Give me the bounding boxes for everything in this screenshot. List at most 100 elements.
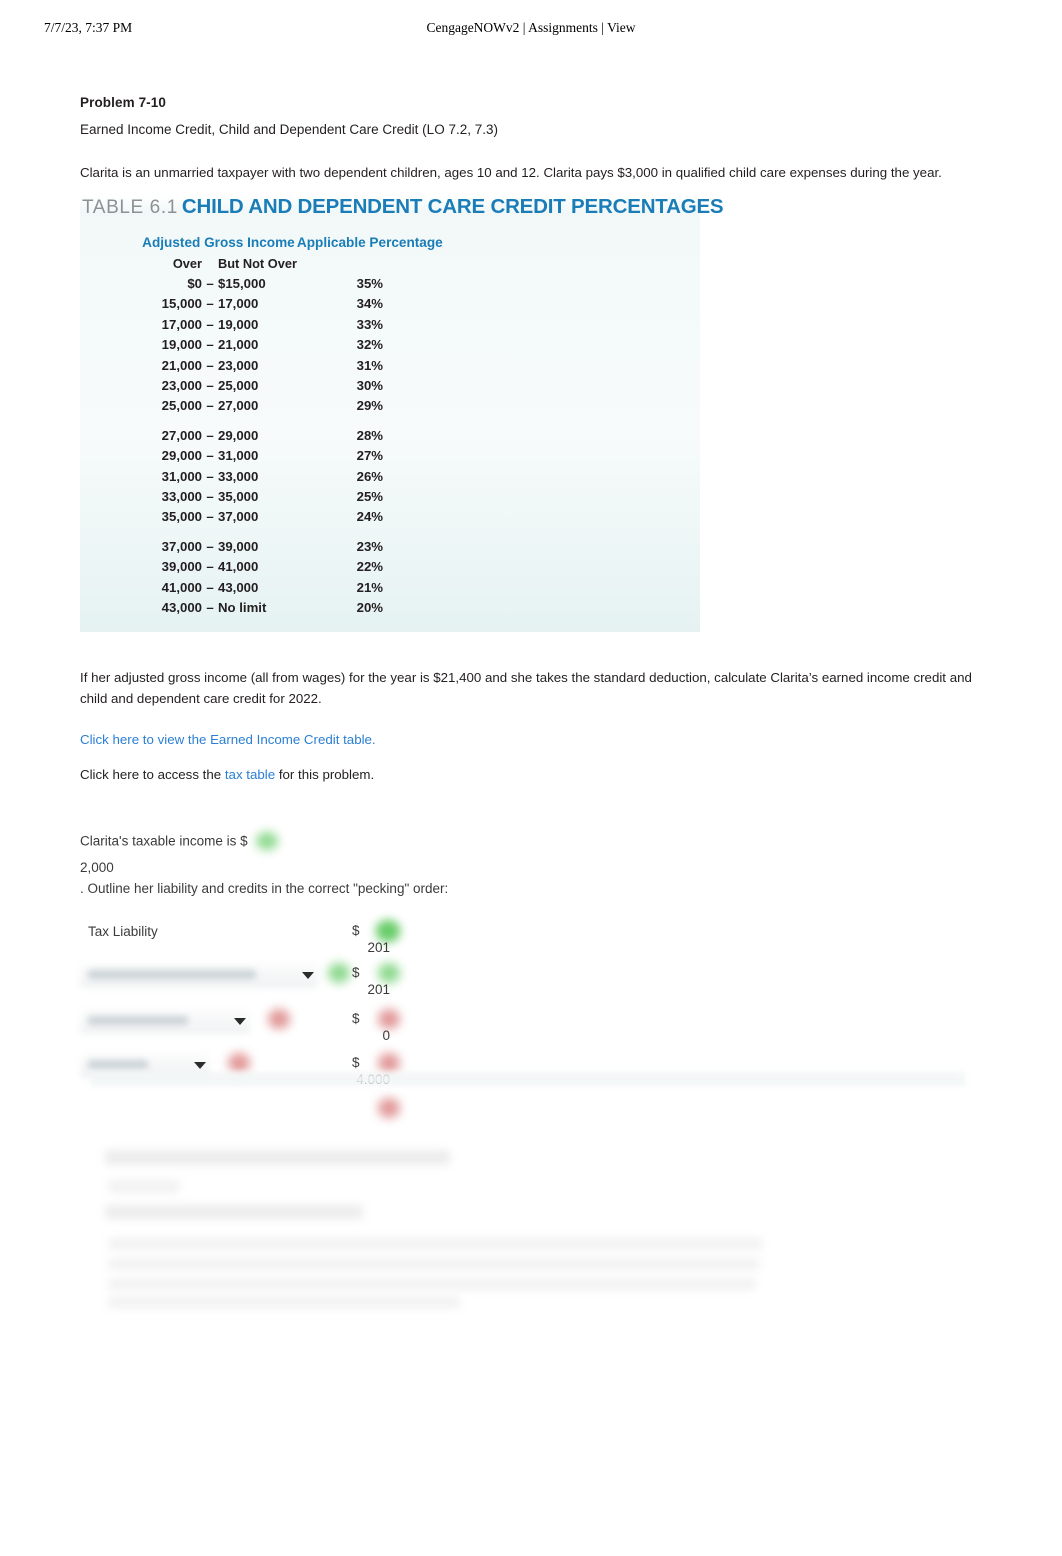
table-row: $0– $15,000 35%	[140, 274, 443, 294]
cell-percentage: 22%	[356, 559, 384, 575]
earned-income-credit-table-link[interactable]: Click here to view the Earned Income Cre…	[80, 732, 376, 747]
cell-dash: –	[206, 398, 214, 414]
table-subheader-row: Over But Not Over	[140, 254, 443, 274]
cell-percentage: 35%	[356, 275, 384, 291]
chevron-down-icon[interactable]	[234, 1017, 246, 1025]
cell-over: 35,000	[161, 509, 202, 525]
print-header: 7/7/23, 7:37 PM CengageNOWv2 | Assignmen…	[0, 20, 1062, 42]
amount-value-2[interactable]: 201	[330, 982, 390, 997]
problem-intro: Clarita is an unmarried taxpayer with tw…	[80, 165, 942, 180]
cell-over: 33,000	[161, 489, 202, 505]
cell-over: 25,000	[161, 398, 202, 414]
eic-table-link-row: Click here to view the Earned Income Cre…	[80, 732, 990, 747]
cell-percentage: 23%	[356, 538, 384, 554]
table-row: 43,000– No limit 20%	[140, 598, 443, 618]
table-row: 33,000–35,000 25%	[140, 487, 443, 507]
cell-percentage: 27%	[356, 448, 384, 464]
amount-value-1[interactable]: 201	[330, 940, 390, 955]
cell-over: 15,000	[161, 296, 202, 312]
subheader-but-not-over: But Not Over	[218, 255, 297, 271]
cell-dash: –	[206, 378, 214, 393]
dropdown-selected-label-2	[88, 969, 256, 979]
amount-status-indicator-1	[378, 920, 400, 941]
cell-percentage: 21%	[356, 579, 384, 595]
cell-dash: –	[206, 538, 214, 554]
taxable-income-prompt-row: Clarita's taxable income is $	[80, 831, 990, 852]
footer-text-line-2	[108, 1180, 180, 1193]
cell-but-not-over: No limit	[218, 600, 267, 616]
cell-percentage: 30%	[356, 378, 384, 393]
cell-percentage: 32%	[356, 337, 384, 353]
table-header-row: Adjusted Gross Income Applicable Percent…	[140, 233, 443, 253]
cell-percentage: 28%	[356, 427, 384, 443]
cell-percentage: 26%	[356, 468, 384, 484]
cell-dash: –	[206, 427, 214, 443]
pecking-order-rows: Tax Liability$201$201$0$4.000	[80, 920, 990, 1130]
table-row: 31,000–33,000 26%	[140, 467, 443, 487]
amount-status-indicator-3	[378, 1008, 400, 1029]
table-row: 21,000–23,000 31%	[140, 356, 443, 376]
amount-value-3[interactable]: 0	[330, 1028, 390, 1043]
dropdown-selected-label-4	[88, 1059, 148, 1069]
cell-but-not-over: 37,000	[218, 509, 259, 525]
tax-table-link[interactable]: tax table	[225, 767, 275, 782]
tax-liability-label: Tax Liability	[88, 923, 158, 939]
cell-over: 17,000	[161, 316, 202, 332]
table-row: 25,000–27,000 29%	[140, 396, 443, 416]
cell-percentage: 29%	[356, 398, 384, 414]
chevron-down-icon[interactable]	[194, 1061, 206, 1069]
cell-dash: –	[206, 275, 214, 291]
subheader-over: Over	[172, 255, 202, 271]
cell-but-not-over: 17,000	[218, 296, 259, 312]
footer-paragraph-line-4	[108, 1296, 460, 1308]
table-row: 17,000–19,000 33%	[140, 315, 443, 335]
footer-text-line-3	[105, 1205, 363, 1219]
cell-but-not-over: 21,000	[218, 337, 259, 353]
print-title: CengageNOWv2 | Assignments | View	[426, 20, 636, 35]
table-row: 41,000–43,000 21%	[140, 578, 443, 598]
cell-dash: –	[206, 600, 214, 616]
cell-dash: –	[206, 579, 214, 595]
cell-dash: –	[206, 509, 214, 525]
cell-over: 41,000	[161, 579, 202, 595]
header-adjusted-gross-income: Adjusted Gross Income	[142, 235, 295, 251]
problem-number: Problem 7-10	[80, 95, 166, 110]
cell-percentage: 20%	[356, 600, 384, 616]
table-row: 15,000–17,000 34%	[140, 294, 443, 314]
footer-divider	[90, 1072, 965, 1086]
cell-percentage: 25%	[356, 489, 384, 505]
dropdown-selected-label-3	[88, 1015, 188, 1025]
currency-symbol-4: $	[352, 1054, 360, 1070]
credit-percentage-table: Adjusted Gross Income Applicable Percent…	[140, 233, 443, 618]
cell-but-not-over: 35,000	[218, 489, 259, 505]
taxable-income-prompt: Clarita's taxable income is $	[80, 833, 248, 849]
cell-over: 39,000	[161, 559, 202, 575]
cell-but-not-over: 43,000	[218, 579, 259, 595]
chevron-down-icon[interactable]	[302, 971, 314, 979]
amount-status-indicator-2	[378, 962, 400, 983]
tax-table-link-suffix: for this problem.	[278, 766, 375, 782]
subheader-percentage-blank	[297, 254, 443, 274]
cell-percentage: 34%	[356, 296, 384, 312]
footer-paragraph-line-1	[108, 1238, 763, 1250]
table-caption: TABLE 6.1 CHILD AND DEPENDENT CARE CREDIT…	[82, 195, 724, 219]
pecking-order-prompt: . Outline her liability and credits in t…	[80, 880, 449, 896]
taxable-income-value: 2,000	[80, 859, 114, 875]
cell-but-not-over: $15,000	[218, 275, 266, 291]
cell-over: 43,000	[161, 600, 202, 616]
tax-table-link-row: Click here to access the tax table for t…	[80, 767, 990, 782]
cell-over: 29,000	[161, 448, 202, 464]
cell-over: $0	[187, 275, 202, 291]
cell-but-not-over: 25,000	[218, 378, 259, 393]
cell-dash: –	[206, 468, 214, 484]
status-indicator-4	[228, 1052, 250, 1073]
table-caption-title: CHILD AND DEPENDENT CARE CREDIT PERCENTA…	[181, 195, 724, 219]
cell-but-not-over: 31,000	[218, 448, 259, 464]
currency-symbol-1: $	[352, 922, 360, 938]
table-row: 27,000–29,000 28%	[140, 417, 443, 446]
cell-but-not-over: 23,000	[218, 357, 259, 373]
cell-but-not-over: 29,000	[218, 427, 259, 443]
problem-question: If her adjusted gross income (all from w…	[80, 670, 972, 707]
problem-content: Problem 7-10 Earned Income Credit, Child…	[80, 95, 990, 1130]
table-caption-number: TABLE 6.1	[82, 197, 178, 219]
